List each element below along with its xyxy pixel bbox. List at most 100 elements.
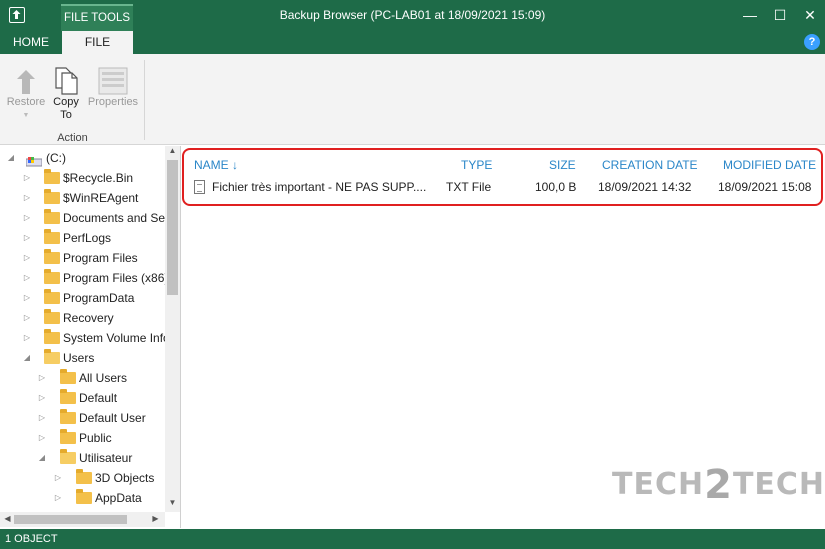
file-type: TXT File xyxy=(446,180,492,194)
folder-icon xyxy=(76,469,92,484)
tree-item[interactable]: ▷ Recovery xyxy=(0,308,165,328)
tree-item[interactable]: ▷ AppData xyxy=(0,488,165,508)
maximize-button[interactable]: ☐ xyxy=(765,0,795,31)
watermark-text: TECH xyxy=(612,467,705,502)
expand-icon[interactable]: ▷ xyxy=(22,248,32,268)
tree-label: ProgramData xyxy=(63,291,135,305)
tree-item[interactable]: ▷ Default User xyxy=(0,408,165,428)
tree-item[interactable]: ▷ ProgramData xyxy=(0,288,165,308)
tree-item-utilisateur[interactable]: ◢ Utilisateur xyxy=(0,448,165,468)
scroll-down-icon[interactable]: ▼ xyxy=(165,498,180,507)
restore-button[interactable]: Restore ▼ xyxy=(6,62,46,122)
tree-item[interactable]: ▷ Public xyxy=(0,428,165,448)
tree-vertical-scrollbar[interactable]: ▲ ▼ xyxy=(165,146,180,512)
tree-item[interactable]: ▷ 3D Objects xyxy=(0,468,165,488)
expand-icon[interactable]: ▷ xyxy=(53,488,63,508)
tree-label: Default User xyxy=(79,411,146,425)
collapse-icon[interactable]: ◢ xyxy=(22,348,32,368)
file-name: Fichier très important - NE PAS SUPP.... xyxy=(212,180,427,194)
tree-item[interactable]: ▷ Default xyxy=(0,388,165,408)
scroll-right-icon[interactable]: ▶ xyxy=(148,514,163,523)
expand-icon[interactable]: ▷ xyxy=(22,228,32,248)
expand-icon[interactable]: ▷ xyxy=(22,168,32,188)
tree-item[interactable]: ▷ Program Files (x86) xyxy=(0,268,165,288)
ribbon-group-separator xyxy=(144,60,145,140)
scroll-left-icon[interactable]: ◀ xyxy=(0,514,15,523)
expand-icon[interactable]: ▷ xyxy=(37,368,47,388)
properties-label: Properties xyxy=(87,96,139,108)
column-header-modified-date[interactable]: MODIFIED DATE xyxy=(723,158,816,172)
copy-to-label: Copy To xyxy=(53,96,79,121)
expand-icon[interactable]: ▷ xyxy=(22,288,32,308)
column-header-size[interactable]: SIZE xyxy=(549,158,576,172)
tree-item[interactable]: ▷ All Users xyxy=(0,368,165,388)
title-bar: Backup Browser (PC-LAB01 at 18/09/2021 1… xyxy=(0,0,825,31)
tree-label: 3D Objects xyxy=(95,471,155,485)
copy-documents-icon xyxy=(50,62,82,96)
folder-icon xyxy=(44,329,60,344)
collapse-icon[interactable]: ◢ xyxy=(6,148,16,168)
copy-to-button[interactable]: Copy To xyxy=(50,62,82,122)
tree-item[interactable]: ▷ PerfLogs xyxy=(0,228,165,248)
folder-open-icon xyxy=(60,449,76,464)
expand-icon[interactable]: ▷ xyxy=(22,188,32,208)
tree-item[interactable]: ▷ System Volume Information xyxy=(0,328,165,348)
tree-label: PerfLogs xyxy=(63,231,112,245)
tree-label: Documents and Settings xyxy=(63,211,165,225)
file-creation-date: 18/09/2021 14:32 xyxy=(598,180,692,194)
expand-icon[interactable]: ▷ xyxy=(37,408,47,428)
tab-file[interactable]: FILE xyxy=(62,31,133,54)
tree-horizontal-scrollbar[interactable]: ◀ ▶ xyxy=(0,512,165,527)
folder-icon xyxy=(44,309,60,324)
folder-tree[interactable]: ◢ (C:) ▷ $Recycle.Bin ▷ $WinREAgent ▷ Do… xyxy=(0,146,181,528)
tree-label: Public xyxy=(79,431,112,445)
folder-icon xyxy=(60,369,76,384)
tree-label: (C:) xyxy=(46,151,66,165)
tree-item[interactable]: ▷ $Recycle.Bin xyxy=(0,168,165,188)
drive-icon xyxy=(25,153,43,167)
minimize-button[interactable]: — xyxy=(735,0,765,31)
tree-label: System Volume Information xyxy=(63,331,165,345)
expand-icon[interactable]: ▷ xyxy=(37,388,47,408)
expand-icon[interactable]: ▷ xyxy=(37,428,47,448)
tree-item-users[interactable]: ◢ Users xyxy=(0,348,165,368)
tree-item[interactable]: ▷ Documents and Settings xyxy=(0,208,165,228)
properties-button[interactable]: Properties xyxy=(86,62,140,109)
status-bar: 1 OBJECT xyxy=(0,529,825,549)
expand-icon[interactable]: ▷ xyxy=(53,468,63,488)
folder-icon xyxy=(44,289,60,304)
tree-label: Recovery xyxy=(63,311,114,325)
restore-label: Restore xyxy=(6,96,46,108)
expand-icon[interactable]: ▷ xyxy=(22,328,32,348)
tree-label: Program Files (x86) xyxy=(63,271,165,285)
tree-root-drive[interactable]: ◢ (C:) xyxy=(0,148,165,168)
folder-icon xyxy=(44,209,60,224)
column-header-creation-date[interactable]: CREATION DATE xyxy=(602,158,698,172)
sort-down-arrow-icon: ↓ xyxy=(232,158,239,172)
expand-icon[interactable]: ▷ xyxy=(22,268,32,288)
tab-home[interactable]: HOME xyxy=(0,31,62,54)
expand-icon[interactable]: ▷ xyxy=(22,208,32,228)
column-header-type[interactable]: TYPE xyxy=(461,158,492,172)
ribbon: Restore ▼ Copy To Properties Action xyxy=(0,54,825,145)
collapse-icon[interactable]: ◢ xyxy=(37,448,47,468)
tree-label: Program Files xyxy=(63,251,138,265)
column-header-name[interactable]: NAME ↓ xyxy=(194,158,238,172)
scroll-up-icon[interactable]: ▲ xyxy=(165,146,180,155)
folder-icon xyxy=(60,409,76,424)
close-button[interactable]: ✕ xyxy=(795,0,825,31)
ribbon-tab-row: HOME FILE ? xyxy=(0,31,825,54)
folder-icon xyxy=(44,269,60,284)
horizontal-scroll-thumb[interactable] xyxy=(14,515,127,524)
restore-dropdown-icon: ▼ xyxy=(22,112,30,119)
vertical-scroll-thumb[interactable] xyxy=(167,160,178,295)
help-button[interactable]: ? xyxy=(804,34,820,50)
tree-item[interactable]: ▷ $WinREAgent xyxy=(0,188,165,208)
tree-label: AppData xyxy=(95,491,142,505)
expand-icon[interactable]: ▷ xyxy=(22,308,32,328)
column-header-label: NAME xyxy=(194,158,229,172)
tree-item[interactable]: ▷ Program Files xyxy=(0,248,165,268)
tree-label: Default xyxy=(79,391,118,405)
properties-icon xyxy=(86,62,140,96)
folder-icon xyxy=(60,389,76,404)
